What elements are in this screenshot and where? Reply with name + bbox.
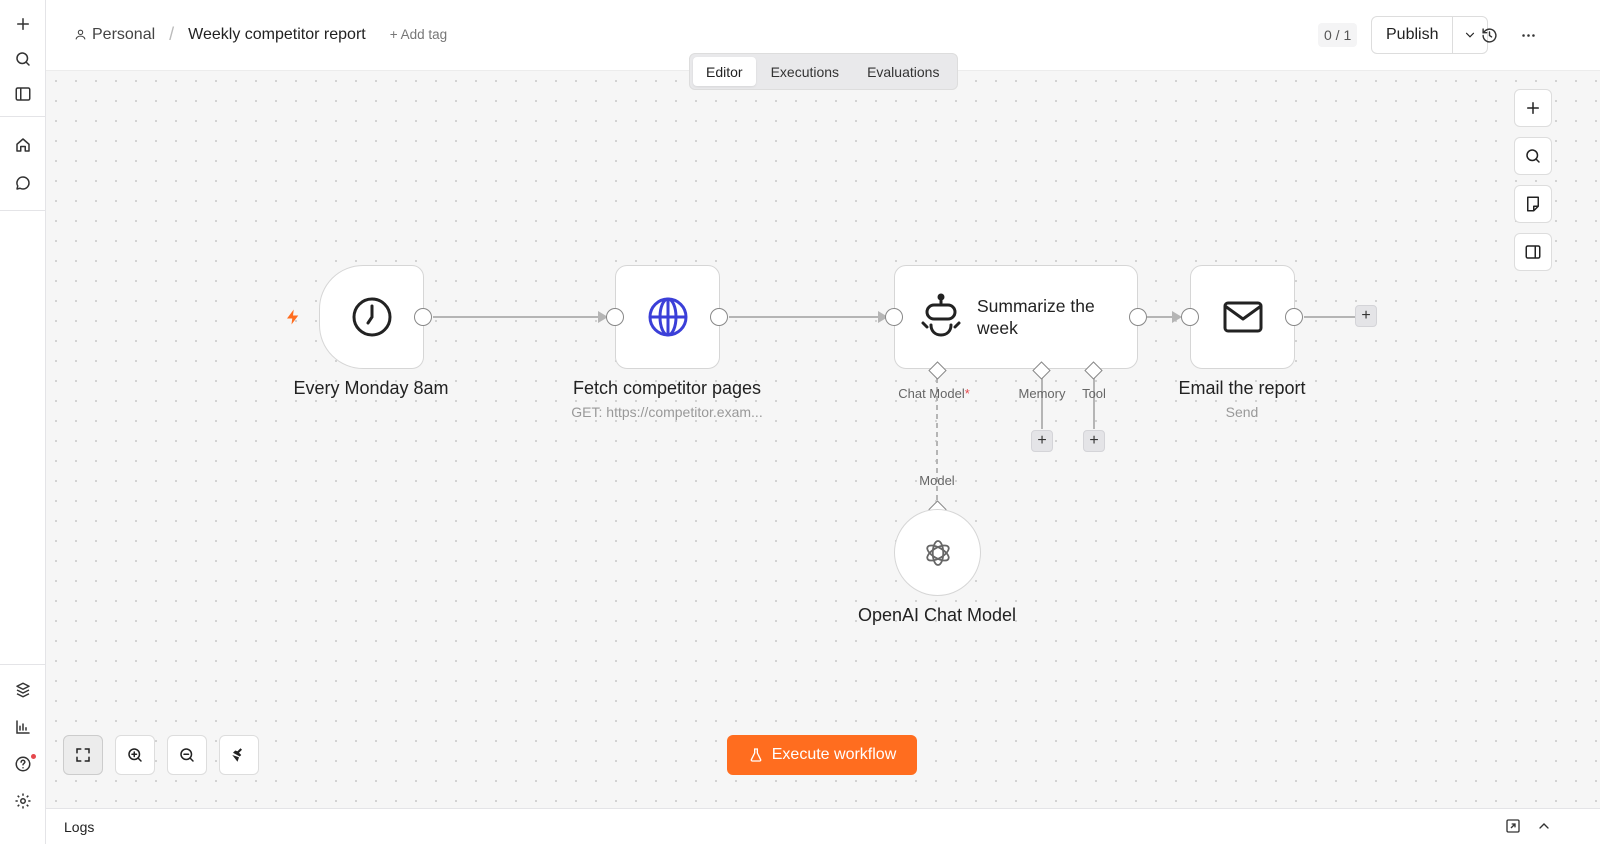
input-handle[interactable] [885, 308, 903, 326]
node-label: Every Monday 8am [293, 378, 449, 398]
chat-icon[interactable] [8, 168, 38, 198]
settings-icon[interactable] [8, 786, 38, 816]
workflow-canvas[interactable]: Every Monday 8am Fetch competitor pages … [46, 71, 1600, 808]
tab-editor[interactable]: Editor [693, 57, 756, 86]
sticky-note-button[interactable] [1514, 185, 1552, 223]
breadcrumb-separator: / [169, 24, 175, 44]
logs-panel-bar[interactable]: Logs [46, 808, 1600, 844]
publish-button-group: Publish [1371, 16, 1489, 54]
output-handle[interactable] [414, 308, 432, 326]
input-handle[interactable] [1181, 308, 1199, 326]
zoom-out-icon [180, 748, 194, 762]
output-handle[interactable] [1285, 308, 1303, 326]
chat-model-port-label: Chat Model* [898, 386, 970, 401]
add-memory-button[interactable]: + [1031, 430, 1053, 452]
left-sidebar [0, 0, 46, 844]
fit-view-button[interactable] [63, 735, 103, 775]
connections-layer [433, 311, 1356, 502]
clock-icon [352, 297, 391, 337]
add-tag-link[interactable]: + Add tag [390, 27, 447, 42]
notification-dot [31, 754, 36, 759]
fit-view-icon [76, 748, 90, 762]
sticky-note-icon [1527, 196, 1539, 212]
zoom-out-button[interactable] [167, 735, 207, 775]
add-tool-button[interactable]: + [1083, 430, 1105, 452]
chevron-up-icon[interactable] [1536, 818, 1554, 836]
pop-out-icon[interactable] [1505, 818, 1523, 836]
breadcrumb: Personal / Weekly competitor report + Ad… [74, 24, 447, 45]
more-options-icon[interactable] [1517, 24, 1539, 46]
add-next-node-button[interactable]: + [1355, 305, 1377, 327]
insights-icon[interactable] [8, 712, 38, 742]
input-handle[interactable] [606, 308, 624, 326]
chat-model-label-text: Chat Model [898, 386, 965, 401]
node-send-email[interactable] [1190, 265, 1295, 369]
globe-icon [648, 297, 687, 337]
panel-toggle-icon[interactable] [8, 79, 38, 109]
envelope-icon [1223, 301, 1262, 333]
robot-icon [921, 293, 961, 337]
node-subtitle: GET: https://competitor.exam... [571, 404, 763, 420]
toggle-panel-button[interactable] [1514, 233, 1552, 271]
model-port-label: Model [919, 473, 955, 488]
node-schedule-trigger[interactable] [319, 265, 424, 369]
node-label: OpenAI Chat Model [857, 605, 1017, 625]
tidy-up-button[interactable] [219, 735, 259, 775]
project-name: Personal [92, 25, 156, 43]
required-mark: * [964, 386, 970, 401]
chevron-down-icon [1466, 32, 1475, 38]
execute-workflow-label: Execute workflow [771, 746, 897, 763]
node-openai-chat-model[interactable] [894, 509, 981, 596]
version-counter: 0 / 1 [1318, 23, 1358, 47]
node-label: Fetch competitor pages [572, 378, 762, 398]
user-icon [75, 29, 86, 40]
workflow-title[interactable]: Weekly competitor report [188, 26, 366, 44]
panel-right-icon [1525, 245, 1541, 259]
zoom-in-icon [128, 748, 142, 762]
search-icon [1526, 149, 1540, 163]
agent-title: Summarize the week [977, 296, 1095, 338]
plus-icon [1527, 102, 1539, 114]
tool-port-label: Tool [1082, 386, 1106, 401]
sidebar-divider [0, 116, 46, 117]
plus-icon[interactable] [8, 9, 38, 39]
sidebar-divider [0, 210, 46, 211]
publish-button[interactable]: Publish [1372, 17, 1454, 53]
search-icon[interactable] [8, 44, 38, 74]
node-ai-agent[interactable]: Summarize the week [894, 265, 1138, 369]
node-label: Email the report [1178, 378, 1306, 398]
templates-icon[interactable] [8, 675, 38, 705]
home-icon[interactable] [8, 130, 38, 160]
flask-icon [750, 748, 762, 762]
broom-icon [232, 748, 242, 762]
project-breadcrumb[interactable]: Personal [74, 26, 155, 44]
help-icon[interactable] [8, 749, 38, 779]
add-node-button[interactable] [1514, 89, 1552, 127]
node-http-request[interactable] [615, 265, 720, 369]
logs-label: Logs [64, 819, 95, 835]
sidebar-divider [0, 664, 46, 665]
zoom-in-button[interactable] [115, 735, 155, 775]
view-tabs: Editor Executions Evaluations [689, 53, 958, 90]
node-subtitle: Send [1225, 404, 1259, 420]
tab-executions[interactable]: Executions [758, 57, 852, 86]
memory-port-label: Memory [1018, 386, 1066, 401]
trigger-bolt-icon [287, 309, 299, 325]
tab-evaluations[interactable]: Evaluations [854, 57, 952, 86]
output-handle[interactable] [710, 308, 728, 326]
output-handle[interactable] [1129, 308, 1147, 326]
execute-workflow-button[interactable]: Execute workflow [727, 735, 917, 775]
search-nodes-button[interactable] [1514, 137, 1552, 175]
openai-icon [925, 539, 950, 566]
history-icon[interactable] [1478, 24, 1500, 46]
